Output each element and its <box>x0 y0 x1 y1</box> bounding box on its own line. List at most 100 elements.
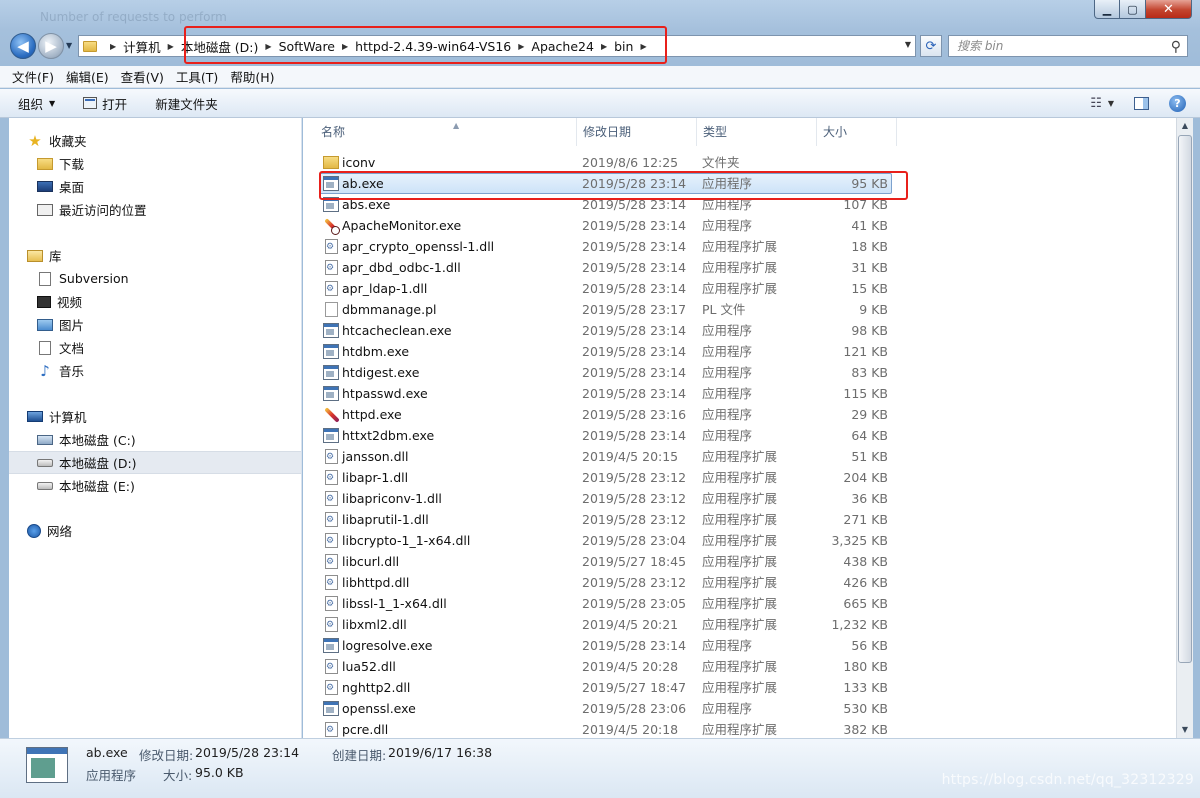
search-icon[interactable]: ⚲ <box>1171 37 1181 57</box>
search-input[interactable]: 搜索 bin ⚲ <box>948 35 1188 57</box>
nav-videos[interactable]: 视频 <box>9 290 301 313</box>
file-row[interactable]: libssl-1_1-x64.dll 2019/5/28 23:05 应用程序扩展 6… <box>319 593 892 614</box>
minimize-button[interactable]: ▁ <box>1094 0 1120 19</box>
breadcrumb-drive-d[interactable]: 本地磁盘 (D:) <box>181 37 259 56</box>
file-modified-date: 2019/5/28 23:14 <box>582 365 687 380</box>
document-icon <box>39 340 51 355</box>
nav-pictures[interactable]: 图片 <box>9 313 301 336</box>
maximize-button[interactable]: ▢ <box>1120 0 1146 19</box>
dll-icon <box>325 512 338 527</box>
file-row[interactable]: libhttpd.dll 2019/5/28 23:12 应用程序扩展 426 KB <box>319 572 892 593</box>
file-row[interactable]: libxml2.dll 2019/4/5 20:21 应用程序扩展 1,232 KB <box>319 614 892 635</box>
nav-computer[interactable]: 计算机 <box>9 405 301 428</box>
file-row[interactable]: htcacheclean.exe 2019/5/28 23:14 应用程序 98 KB <box>319 320 892 341</box>
scrollbar-thumb[interactable] <box>1178 135 1192 663</box>
nav-drive-e[interactable]: 本地磁盘 (E:) <box>9 474 301 497</box>
file-name: jansson.dll <box>342 449 409 464</box>
nav-recent-places[interactable]: 最近访问的位置 <box>9 198 301 221</box>
file-row[interactable]: htdbm.exe 2019/5/28 23:14 应用程序 121 KB <box>319 341 892 362</box>
nav-libraries[interactable]: 库 <box>9 244 301 267</box>
file-row[interactable]: libapr-1.dll 2019/5/28 23:12 应用程序扩展 204 KB <box>319 467 892 488</box>
file-row[interactable]: libcurl.dll 2019/5/27 18:45 应用程序扩展 438 KB <box>319 551 892 572</box>
chevron-right-icon[interactable]: ▶ <box>265 42 271 51</box>
view-options-dropdown[interactable]: ▼ <box>1108 99 1114 108</box>
dll-icon <box>325 680 338 695</box>
file-row[interactable]: pcre.dll 2019/4/5 20:18 应用程序扩展 382 KB <box>319 719 892 738</box>
help-icon[interactable]: ? <box>1169 95 1186 112</box>
refresh-button[interactable]: ⟳ <box>920 35 942 57</box>
breadcrumb-apache24[interactable]: Apache24 <box>531 39 594 54</box>
column-name[interactable]: 名称 ▲ <box>315 118 577 146</box>
scroll-up-icon[interactable]: ▲ <box>1178 118 1192 134</box>
file-row[interactable]: ab.exe 2019/5/28 23:14 应用程序 95 KB <box>319 173 892 194</box>
chevron-right-icon[interactable]: ▶ <box>518 42 524 51</box>
menu-file[interactable]: 文件(F) <box>6 67 60 86</box>
nav-network[interactable]: 网络 <box>9 519 301 542</box>
chevron-right-icon[interactable]: ▶ <box>342 42 348 51</box>
nav-documents[interactable]: 文档 <box>9 336 301 359</box>
file-name: htcacheclean.exe <box>342 323 452 338</box>
recent-pages-dropdown[interactable]: ▼ <box>66 41 72 50</box>
application-icon <box>323 428 339 443</box>
address-history-dropdown[interactable]: ▼ <box>905 40 911 49</box>
file-row[interactable]: apr_dbd_odbc-1.dll 2019/5/28 23:14 应用程序扩展 3… <box>319 257 892 278</box>
address-bar[interactable]: ▶ 计算机 ▶ 本地磁盘 (D:) ▶ SoftWare ▶ httpd-2.4… <box>78 35 916 57</box>
preview-pane-icon[interactable] <box>1134 97 1149 110</box>
organize-button[interactable]: 组织 ▼ <box>18 94 55 113</box>
open-button[interactable]: 打开 <box>83 94 127 113</box>
file-row[interactable]: httxt2dbm.exe 2019/5/28 23:14 应用程序 64 KB <box>319 425 892 446</box>
file-row[interactable]: logresolve.exe 2019/5/28 23:14 应用程序 56 KB <box>319 635 892 656</box>
file-row[interactable]: libcrypto-1_1-x64.dll 2019/5/28 23:04 应用程序… <box>319 530 892 551</box>
file-row[interactable]: iconv 2019/8/6 12:25 文件夹 <box>319 152 892 173</box>
file-row[interactable]: apr_crypto_openssl-1.dll 2019/5/28 23:14 应… <box>319 236 892 257</box>
chevron-right-icon[interactable]: ▶ <box>601 42 607 51</box>
column-date[interactable]: 修改日期 <box>577 118 697 146</box>
file-row[interactable]: nghttp2.dll 2019/5/27 18:47 应用程序扩展 133 KB <box>319 677 892 698</box>
file-row[interactable]: ApacheMonitor.exe 2019/5/28 23:14 应用程序 41 K… <box>319 215 892 236</box>
file-row[interactable]: abs.exe 2019/5/28 23:14 应用程序 107 KB <box>319 194 892 215</box>
file-type: 应用程序扩展 <box>702 554 778 569</box>
file-size: 31 KB <box>851 260 888 275</box>
close-button[interactable]: ✕ <box>1146 0 1192 19</box>
nav-drive-d[interactable]: 本地磁盘 (D:) <box>9 451 301 474</box>
nav-drive-c[interactable]: 本地磁盘 (C:) <box>9 428 301 451</box>
menu-view[interactable]: 查看(V) <box>115 67 170 86</box>
view-details-icon[interactable]: ☷ <box>1090 96 1102 111</box>
back-button[interactable]: ◀ <box>10 33 36 59</box>
file-row[interactable]: dbmmanage.pl 2019/5/28 23:17 PL 文件 9 KB <box>319 299 892 320</box>
file-type: 应用程序 <box>702 638 753 653</box>
forward-button[interactable]: ▶ <box>38 33 64 59</box>
chevron-right-icon[interactable]: ▶ <box>110 42 116 51</box>
menu-edit[interactable]: 编辑(E) <box>60 67 115 86</box>
vertical-scrollbar[interactable]: ▲ ▼ <box>1176 118 1193 738</box>
file-row[interactable]: httpd.exe 2019/5/28 23:16 应用程序 29 KB <box>319 404 892 425</box>
application-icon <box>323 365 339 380</box>
menu-tools[interactable]: 工具(T) <box>170 67 224 86</box>
breadcrumb-software[interactable]: SoftWare <box>279 39 335 54</box>
scroll-down-icon[interactable]: ▼ <box>1178 722 1192 738</box>
breadcrumb-bin[interactable]: bin <box>614 39 633 54</box>
file-row[interactable]: lua52.dll 2019/4/5 20:28 应用程序扩展 180 KB <box>319 656 892 677</box>
nav-desktop[interactable]: 桌面 <box>9 175 301 198</box>
nav-favorites[interactable]: ★ 收藏夹 <box>9 129 301 152</box>
column-size[interactable]: 大小 <box>817 118 897 146</box>
column-type[interactable]: 类型 <box>697 118 817 146</box>
chevron-right-icon[interactable]: ▶ <box>640 42 646 51</box>
file-row[interactable]: htdigest.exe 2019/5/28 23:14 应用程序 83 KB <box>319 362 892 383</box>
breadcrumb-httpd[interactable]: httpd-2.4.39-win64-VS16 <box>355 39 511 54</box>
menu-help[interactable]: 帮助(H) <box>224 67 280 86</box>
file-size: 204 KB <box>843 470 888 485</box>
chevron-right-icon[interactable]: ▶ <box>168 42 174 51</box>
file-row[interactable]: apr_ldap-1.dll 2019/5/28 23:14 应用程序扩展 15 KB <box>319 278 892 299</box>
file-row[interactable]: openssl.exe 2019/5/28 23:06 应用程序 530 KB <box>319 698 892 719</box>
breadcrumb-computer[interactable]: 计算机 <box>123 37 161 56</box>
nav-subversion[interactable]: Subversion <box>9 267 301 290</box>
file-row[interactable]: jansson.dll 2019/4/5 20:15 应用程序扩展 51 KB <box>319 446 892 467</box>
nav-downloads[interactable]: 下载 <box>9 152 301 175</box>
nav-music[interactable]: ♪ 音乐 <box>9 359 301 382</box>
file-row[interactable]: libaprutil-1.dll 2019/5/28 23:12 应用程序扩展 271… <box>319 509 892 530</box>
file-row[interactable]: htpasswd.exe 2019/5/28 23:14 应用程序 115 KB <box>319 383 892 404</box>
new-folder-button[interactable]: 新建文件夹 <box>155 94 218 113</box>
file-modified-date: 2019/5/28 23:14 <box>582 260 687 275</box>
file-row[interactable]: libapriconv-1.dll 2019/5/28 23:12 应用程序扩展 36… <box>319 488 892 509</box>
